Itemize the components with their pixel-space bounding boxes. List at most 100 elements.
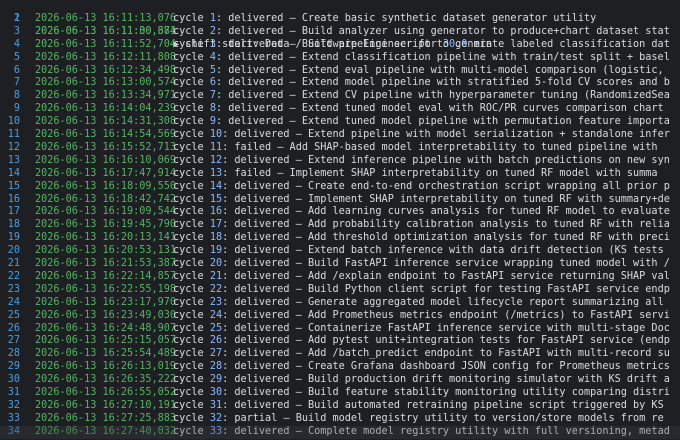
line-number: 21 xyxy=(7,258,20,269)
cycle-number: 31 xyxy=(209,399,223,411)
cycle-number: 24 xyxy=(209,309,223,321)
cycle-label: cycle xyxy=(173,154,210,166)
log-message: cycle 10: delivered — Extend pipeline wi… xyxy=(173,129,670,142)
line-number: 19 xyxy=(7,232,20,244)
log-line: 15 2026-06-13 16:18:09,550 cycle 14: deliv… xyxy=(0,181,680,194)
cycle-status-text: : delivered — Create basic synthetic dat… xyxy=(215,12,597,24)
log-line: 23 2026-06-13 16:22:55,198 cycle 22: deliv… xyxy=(0,284,680,297)
line-number: 14 xyxy=(7,167,20,179)
cycle-number: 17 xyxy=(209,219,223,231)
cycle-label: cycle xyxy=(173,270,210,282)
timestamp: 2026-06-13 16:14:04,239 xyxy=(35,103,177,115)
cycle-label: cycle xyxy=(173,90,210,102)
cycle-label: cycle xyxy=(173,309,210,321)
log-message: cycle 9: delivered — Extend tuned model … xyxy=(173,116,670,129)
timestamp: 2026-06-13 16:16:10,069 xyxy=(35,154,177,166)
cycle-number: 18 xyxy=(209,232,223,244)
line-number: 7 xyxy=(13,77,20,89)
log-line-header: 1 2026-06-13 16:11:00,684 ▶ shift start:… xyxy=(0,0,680,50)
timestamp: 2026-06-13 16:19:09,544 xyxy=(35,206,177,218)
log-message: cycle 16: delivered — Add learning curve… xyxy=(173,206,670,219)
cycle-status-text: : delivered — Extend tuned model eval wi… xyxy=(215,103,670,115)
cycle-number: 15 xyxy=(209,193,223,205)
log-line: 20 2026-06-13 16:20:53,131 cycle 19: deliv… xyxy=(0,245,680,258)
log-message: cycle 27: delivered — Add /batch_predict… xyxy=(173,348,670,361)
log-message: cycle 7: delivered — Extend CV pipeline … xyxy=(173,90,670,103)
line-number: 33 xyxy=(7,412,20,424)
timestamp: 2026-06-13 16:27:25,883 xyxy=(35,412,177,424)
cycle-status-text: : delivered — Add /explain endpoint to F… xyxy=(222,270,670,282)
log-message: cycle 8: delivered — Extend tuned model … xyxy=(173,103,670,116)
cycle-label: cycle xyxy=(173,425,210,437)
timestamp: 2026-06-13 16:11:13,076 xyxy=(35,12,177,24)
cycle-label: cycle xyxy=(173,361,210,373)
cycle-status-text: : delivered — Create end-to-end orchestr… xyxy=(222,180,670,192)
log-message: cycle 3: delivered — Build pipeline scri… xyxy=(173,39,670,52)
cycle-label: cycle xyxy=(173,12,210,24)
log-line: 4 2026-06-13 16:11:52,704 cycle 3: deliver… xyxy=(0,39,680,52)
cycle-number: 13 xyxy=(209,167,223,179)
timestamp: 2026-06-13 16:22:14,857 xyxy=(35,270,177,282)
cycle-label: cycle xyxy=(173,374,210,386)
cycle-label: cycle xyxy=(173,258,210,269)
cycle-number: 33 xyxy=(209,425,223,437)
cycle-number: 19 xyxy=(209,245,223,257)
cycle-status-text: : delivered — Extend classification pipe… xyxy=(215,51,670,63)
timestamp: 2026-06-13 16:26:13,019 xyxy=(35,361,177,373)
cycle-status-text: : delivered — Build feature stability mo… xyxy=(222,387,670,398)
log-message: cycle 33: delivered — Complete model reg… xyxy=(173,426,670,439)
cycle-status-text: : delivered — Add pytest unit+integratio… xyxy=(222,335,670,347)
log-message: cycle 15: delivered — Implement SHAP int… xyxy=(173,194,670,207)
timestamp: 2026-06-13 16:25:54,489 xyxy=(35,348,177,360)
line-number: 11 xyxy=(7,129,20,140)
cycle-status-text: : delivered — Extend inference pipeline … xyxy=(222,154,670,166)
line-number: 13 xyxy=(7,154,20,166)
log-line: 32 2026-06-13 16:27:10,191 cycle 31: deliv… xyxy=(0,400,680,413)
cycle-number: 30 xyxy=(209,387,223,398)
cycle-status-text: : delivered — Extend pipeline with model… xyxy=(222,129,670,140)
cycle-status-text: : delivered — Add probability calibratio… xyxy=(222,219,670,231)
cycle-number: 27 xyxy=(209,348,223,360)
log-message: cycle 1: delivered — Create basic synthe… xyxy=(173,13,596,26)
cycle-status-text: : delivered — Add Prometheus metrics end… xyxy=(222,309,670,321)
cycle-label: cycle xyxy=(173,399,210,411)
cycle-status-text: : delivered — Extend batch inference wit… xyxy=(222,245,664,257)
log-line: 6 2026-06-13 16:12:34,498 cycle 5: deliver… xyxy=(0,65,680,78)
cycle-label: cycle xyxy=(173,167,210,179)
timestamp: 2026-06-13 16:14:54,569 xyxy=(35,129,177,140)
cycle-status-text: : delivered — Complete model registry ut… xyxy=(222,425,670,437)
line-number: 18 xyxy=(7,219,20,231)
log-line: 17 2026-06-13 16:19:09,544 cycle 16: deliv… xyxy=(0,206,680,219)
timestamp: 2026-06-13 16:12:11,808 xyxy=(35,51,177,63)
log-line: 30 2026-06-13 16:26:35,222 cycle 29: deliv… xyxy=(0,374,680,387)
cycle-status-text: : delivered — Generate aggregated model … xyxy=(222,296,670,308)
log-message: cycle 12: delivered — Extend inference p… xyxy=(173,155,670,168)
timestamp: 2026-06-13 16:18:42,742 xyxy=(35,193,177,205)
log-message: cycle 20: delivered — Build FastAPI infe… xyxy=(173,258,670,271)
log-message: cycle 18: delivered — Add threshold opti… xyxy=(173,232,670,245)
line-number: 8 xyxy=(13,90,20,102)
log-line: 3 2026-06-13 16:11:30,371 cycle 2: deliver… xyxy=(0,26,680,39)
log-line: 8 2026-06-13 16:13:34,971 cycle 7: deliver… xyxy=(0,90,680,103)
line-number: 28 xyxy=(7,348,20,360)
log-line: 34 2026-06-13 16:27:40,032 cycle 33: deliv… xyxy=(0,425,680,439)
line-number: 6 xyxy=(13,64,20,76)
cycle-number: 26 xyxy=(209,335,223,347)
cycle-number: 10 xyxy=(209,129,223,140)
log-line: 16 2026-06-13 16:18:42,742 cycle 15: deliv… xyxy=(0,194,680,207)
cycle-number: 11 xyxy=(209,141,223,153)
log-message: cycle 5: delivered — Extend eval pipelin… xyxy=(173,65,670,78)
log-message: cycle 2: delivered — Build analyzer usin… xyxy=(173,26,670,39)
timestamp: 2026-06-13 16:26:55,052 xyxy=(35,387,177,398)
cycle-status-text: : delivered — Build pipeline script to g… xyxy=(215,38,670,50)
cycle-number: 28 xyxy=(209,361,223,373)
line-number: 23 xyxy=(7,283,20,295)
cycle-number: 22 xyxy=(209,283,223,295)
cycle-label: cycle xyxy=(173,412,210,424)
cycle-status-text: : delivered — Extend model pipeline with… xyxy=(215,77,670,89)
log-message: cycle 6: delivered — Extend model pipeli… xyxy=(173,77,670,90)
log-line: 13 2026-06-13 16:16:10,069 cycle 12: deliv… xyxy=(0,155,680,168)
cycle-label: cycle xyxy=(173,129,210,140)
line-number: 17 xyxy=(7,206,20,218)
cycle-label: cycle xyxy=(173,103,210,115)
